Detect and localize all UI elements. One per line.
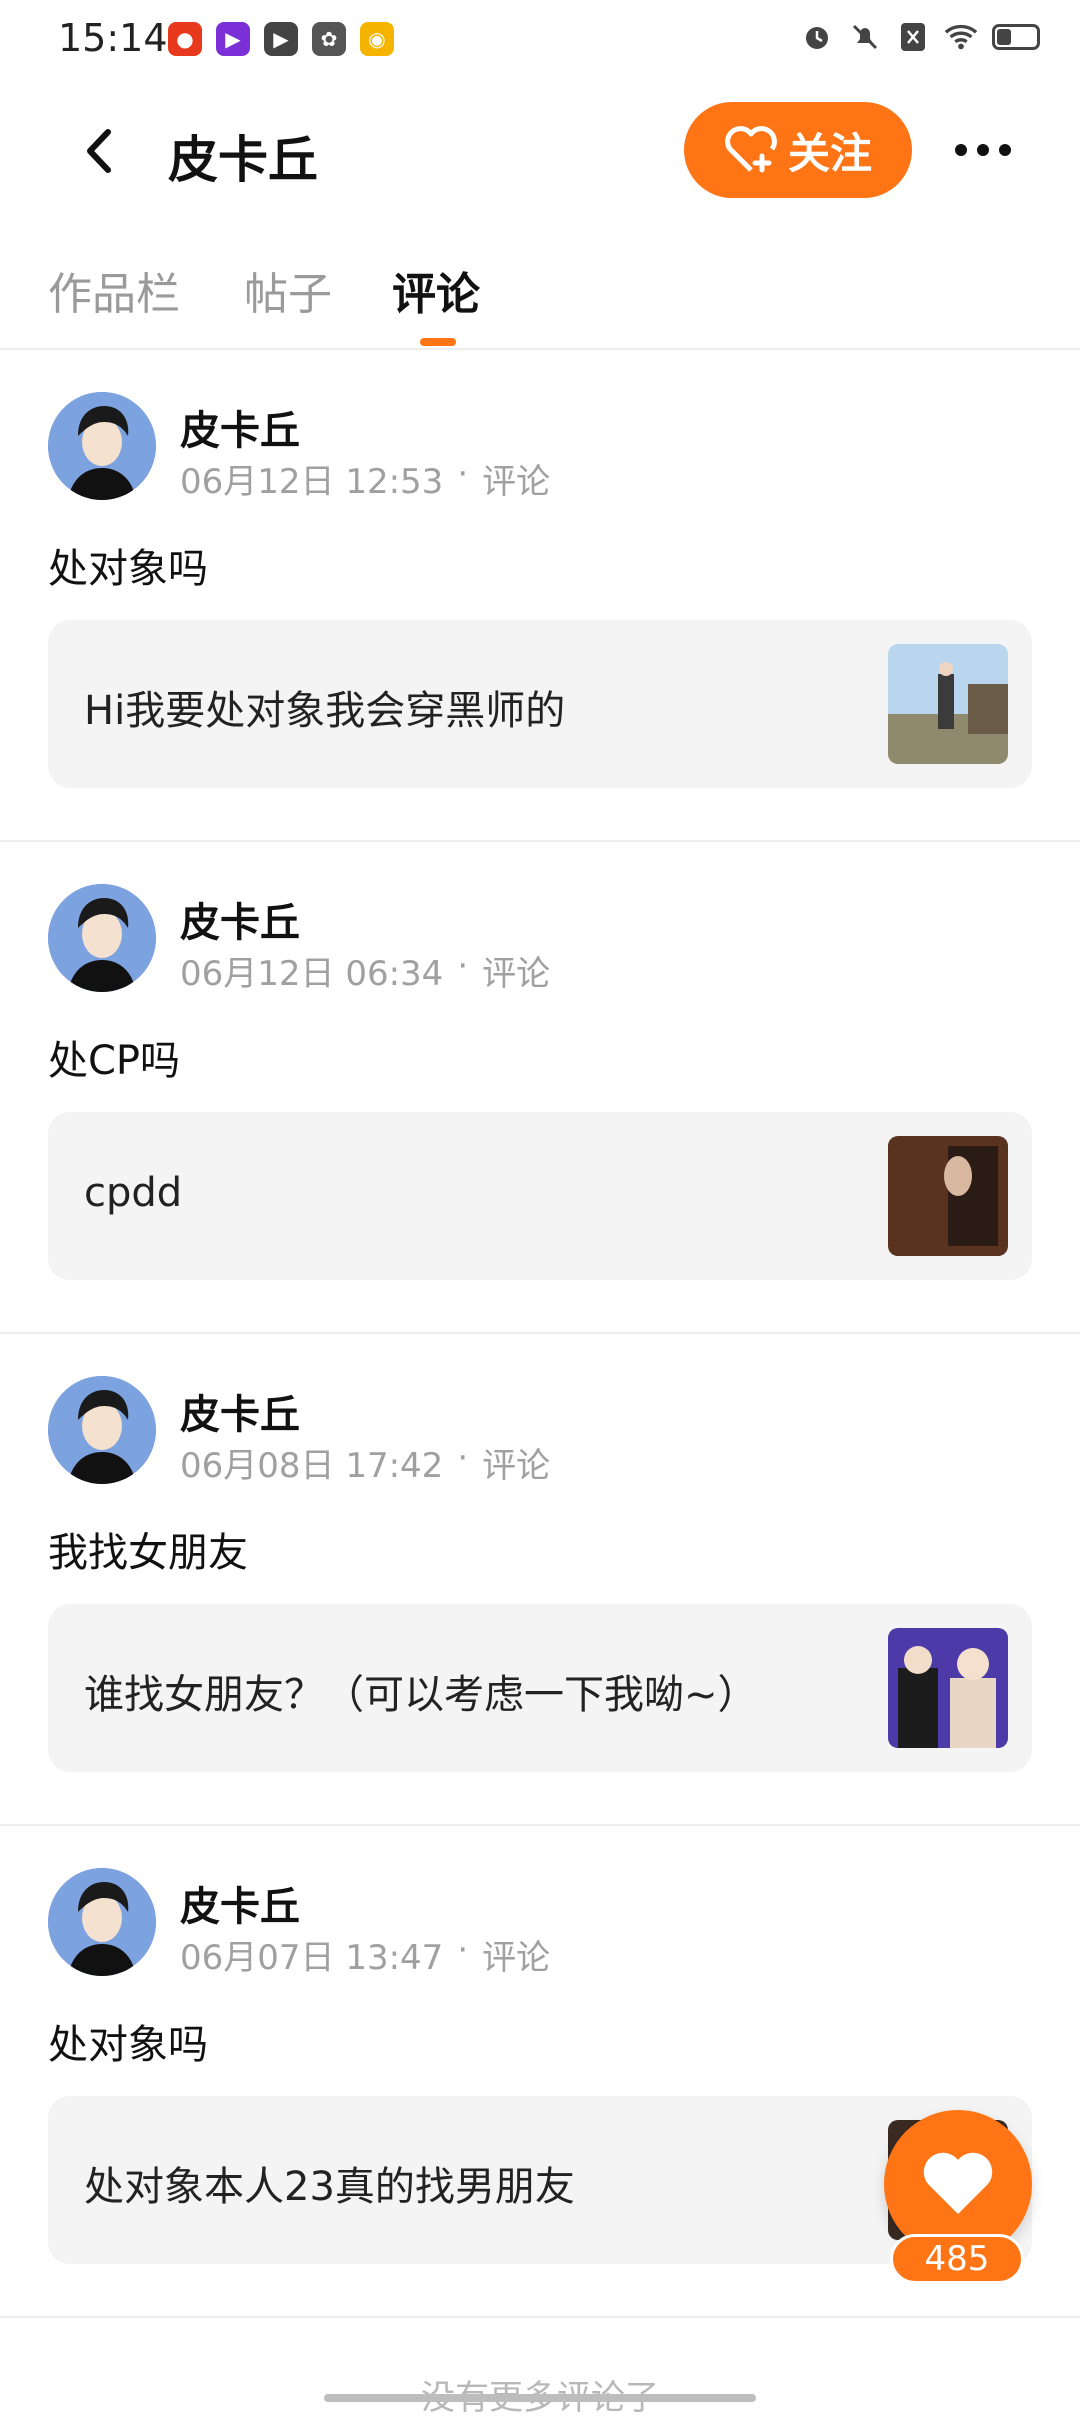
comment-meta: 06月12日 12:53 · 评论 — [180, 454, 550, 503]
back-button[interactable] — [64, 116, 134, 186]
battery-icon — [992, 24, 1040, 50]
comment-card[interactable]: 皮卡丘 06月12日 12:53 · 评论 处对象吗 Hi我要处对象我会穿黑师的 — [0, 350, 1080, 842]
comment-type: 评论 — [482, 1938, 551, 1978]
follow-button[interactable]: 关注 — [684, 102, 912, 198]
tab-comments[interactable]: 评论 — [392, 258, 480, 322]
quoted-post[interactable]: Hi我要处对象我会穿黑师的 — [48, 620, 1032, 788]
quoted-post[interactable]: cpdd — [48, 1112, 1032, 1280]
app-icon-1: ● — [168, 22, 202, 56]
avatar[interactable] — [48, 884, 156, 992]
tab-active-indicator — [420, 338, 456, 346]
username: 皮卡丘 — [180, 900, 300, 946]
comment-card[interactable]: 皮卡丘 06月08日 17:42 · 评论 我找女朋友 谁找女朋友？（可以考虑一… — [0, 1334, 1080, 1826]
app-icon-2: ▶ — [216, 22, 250, 56]
status-bar: 15:14 ● ▶ ▶ ✿ ◉ — [0, 0, 1080, 80]
comment-type: 评论 — [482, 1446, 551, 1486]
home-indicator[interactable] — [324, 2394, 756, 2402]
profile-header: 皮卡丘 关注 — [0, 96, 1080, 206]
status-app-icons: ● ▶ ▶ ✿ ◉ — [168, 22, 394, 56]
post-thumbnail — [888, 1136, 1008, 1256]
follow-label: 关注 — [787, 128, 872, 178]
page-title: 皮卡丘 — [168, 131, 318, 189]
chevron-left-icon — [87, 129, 111, 173]
mute-icon — [848, 20, 882, 54]
avatar[interactable] — [48, 1376, 156, 1484]
app-icon-4: ✿ — [312, 22, 346, 56]
meta-separator: · — [457, 1438, 469, 1478]
heart-icon — [923, 2152, 993, 2214]
username: 皮卡丘 — [180, 1392, 300, 1438]
more-dot — [999, 144, 1011, 156]
comment-meta: 06月08日 17:42 · 评论 — [180, 1438, 550, 1487]
comment-date: 06月08日 17:42 — [180, 1446, 444, 1486]
comment-date: 06月07日 13:47 — [180, 1938, 444, 1978]
quoted-post-title: Hi我要处对象我会穿黑师的 — [84, 688, 566, 734]
quoted-post[interactable]: 谁找女朋友？（可以考虑一下我呦~） — [48, 1604, 1032, 1772]
profile-tabs: 作品栏 帖子 评论 — [0, 248, 1080, 348]
more-options-button[interactable] — [948, 120, 1018, 180]
wifi-icon — [944, 20, 978, 54]
meta-separator: · — [457, 454, 469, 494]
comment-text: 处CP吗 — [48, 1038, 181, 1084]
weibo-icon: ◉ — [360, 22, 394, 56]
meta-separator: · — [457, 946, 469, 986]
comment-type: 评论 — [482, 462, 551, 502]
comment-meta: 06月12日 06:34 · 评论 — [180, 946, 550, 995]
avatar[interactable] — [48, 1868, 156, 1976]
tab-works[interactable]: 作品栏 — [48, 258, 180, 322]
username: 皮卡丘 — [180, 1884, 300, 1930]
quoted-post-title: 处对象本人23真的找男朋友 — [84, 2164, 575, 2210]
post-thumbnail — [888, 1628, 1008, 1748]
like-count: 485 — [890, 2234, 1024, 2284]
post-thumbnail — [888, 644, 1008, 764]
more-dot — [977, 144, 989, 156]
tab-posts[interactable]: 帖子 — [244, 258, 332, 322]
comment-text: 处对象吗 — [48, 2022, 208, 2068]
meta-separator: · — [457, 1930, 469, 1970]
alarm-icon — [800, 20, 834, 54]
no-sim-icon — [896, 20, 930, 54]
app-icon-3: ▶ — [264, 22, 298, 56]
divider — [0, 2316, 1080, 2318]
avatar[interactable] — [48, 392, 156, 500]
quoted-post-title: 谁找女朋友？（可以考虑一下我呦~） — [84, 1672, 758, 1718]
heart-plus-icon — [725, 126, 777, 173]
comment-text: 我找女朋友 — [48, 1530, 248, 1576]
status-time: 15:14 — [58, 16, 168, 60]
quoted-post-title: cpdd — [84, 1170, 183, 1216]
comment-date: 06月12日 12:53 — [180, 462, 444, 502]
comment-type: 评论 — [482, 954, 551, 994]
more-dots-icon — [955, 144, 967, 156]
username: 皮卡丘 — [180, 408, 300, 454]
comment-date: 06月12日 06:34 — [180, 954, 444, 994]
comment-card[interactable]: 皮卡丘 06月12日 06:34 · 评论 处CP吗 cpdd — [0, 842, 1080, 1334]
status-system-icons — [800, 20, 1040, 54]
comment-text: 处对象吗 — [48, 546, 208, 592]
comment-meta: 06月07日 13:47 · 评论 — [180, 1930, 550, 1979]
